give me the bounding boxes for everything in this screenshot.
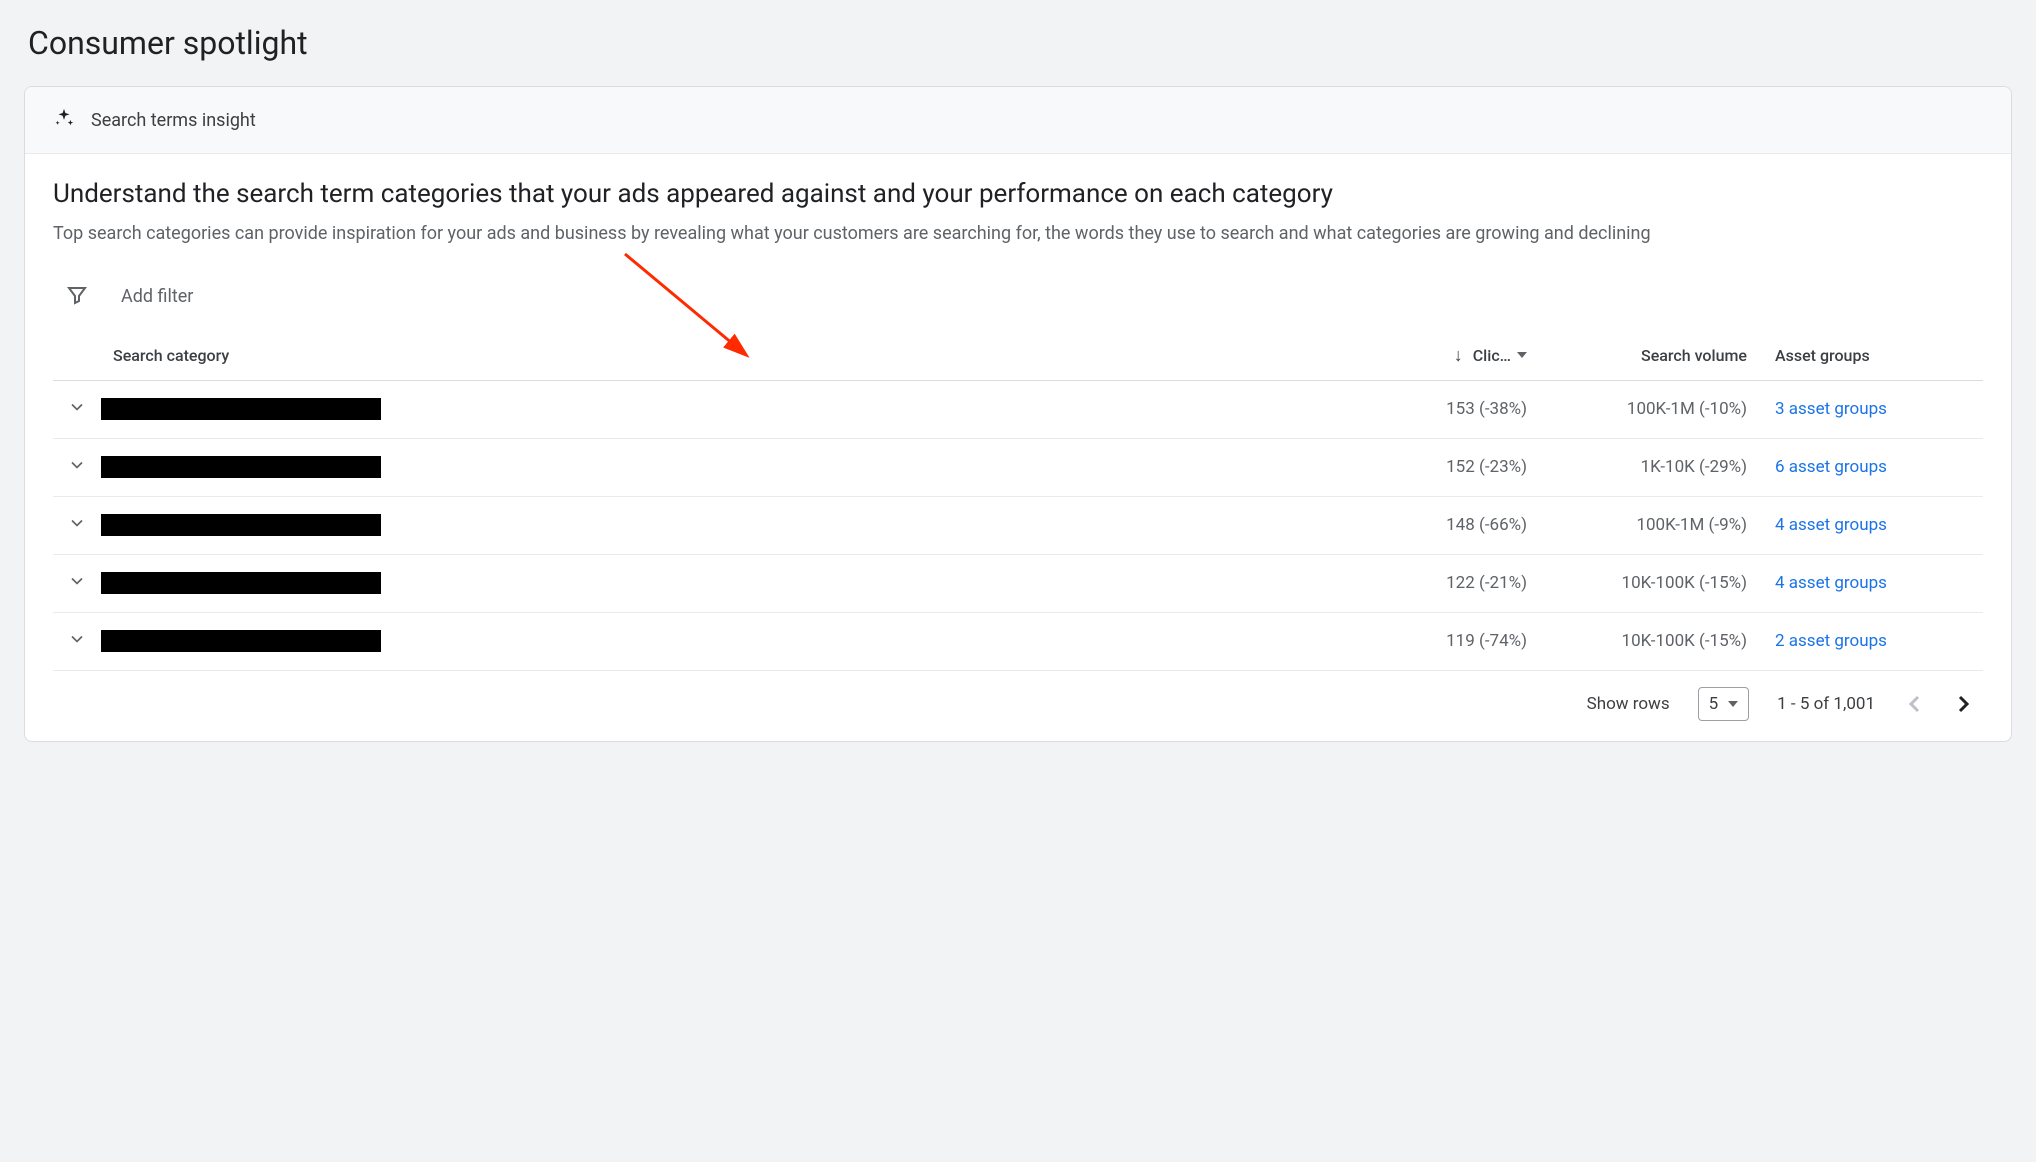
cell-clicks: 153 (-38%) [1333,399,1543,419]
table-row: 153 (-38%) 100K-1M (-10%) 3 asset groups [53,381,1983,439]
add-filter-button[interactable]: Add filter [121,286,193,307]
expand-row-icon[interactable] [67,629,87,654]
asset-groups-link[interactable]: 3 asset groups [1775,399,1887,419]
pagination: Show rows 5 1 - 5 of 1,001 [53,671,1983,725]
search-terms-table: Search category ↓ Clic… Search volume As… [53,331,1983,671]
rows-per-page-value: 5 [1709,694,1719,714]
chevron-down-icon [1728,701,1738,707]
card-header: Search terms insight [25,87,2011,154]
asset-groups-link[interactable]: 4 asset groups [1775,515,1887,535]
card-body: Understand the search term categories th… [25,154,2011,741]
cell-volume: 100K-1M (-9%) [1543,515,1763,535]
prev-page-button[interactable] [1903,692,1927,716]
redacted-category [101,514,381,536]
cell-clicks: 119 (-74%) [1333,631,1543,651]
col-header-assets[interactable]: Asset groups [1763,346,1983,365]
show-rows-label: Show rows [1587,694,1670,714]
table-header: Search category ↓ Clic… Search volume As… [53,331,1983,381]
table-row: 152 (-23%) 1K-10K (-29%) 6 asset groups [53,439,1983,497]
asset-groups-link[interactable]: 6 asset groups [1775,457,1887,477]
redacted-category [101,398,381,420]
chevron-down-icon [1517,352,1527,358]
expand-row-icon[interactable] [67,397,87,422]
expand-row-icon[interactable] [67,571,87,596]
rows-per-page-select[interactable]: 5 [1698,687,1750,721]
table-row: 122 (-21%) 10K-100K (-15%) 4 asset group… [53,555,1983,613]
table-row: 148 (-66%) 100K-1M (-9%) 4 asset groups [53,497,1983,555]
cell-volume: 1K-10K (-29%) [1543,457,1763,477]
page-title: Consumer spotlight [28,24,2012,62]
pagination-range: 1 - 5 of 1,001 [1777,694,1875,714]
expand-row-icon[interactable] [67,455,87,480]
cell-clicks: 148 (-66%) [1333,515,1543,535]
insight-subhead: Top search categories can provide inspir… [53,220,1983,247]
col-header-volume[interactable]: Search volume [1543,346,1763,365]
col-header-category[interactable]: Search category [101,346,1333,365]
insight-card: Search terms insight Understand the sear… [24,86,2012,742]
cell-volume: 10K-100K (-15%) [1543,631,1763,651]
col-header-clicks[interactable]: ↓ Clic… [1333,345,1543,366]
cell-volume: 100K-1M (-10%) [1543,399,1763,419]
redacted-category [101,456,381,478]
asset-groups-link[interactable]: 2 asset groups [1775,631,1887,651]
card-header-label: Search terms insight [91,110,256,131]
sort-descending-icon: ↓ [1454,345,1463,366]
filter-icon[interactable] [65,283,89,311]
insight-headline: Understand the search term categories th… [53,178,1983,212]
filter-row: Add filter [53,275,1983,331]
next-page-button[interactable] [1951,692,1975,716]
expand-row-icon[interactable] [67,513,87,538]
cell-volume: 10K-100K (-15%) [1543,573,1763,593]
col-header-clicks-label: Clic… [1473,346,1511,365]
redacted-category [101,572,381,594]
asset-groups-link[interactable]: 4 asset groups [1775,573,1887,593]
sparkle-icon [53,107,75,133]
table-row: 119 (-74%) 10K-100K (-15%) 2 asset group… [53,613,1983,671]
cell-clicks: 152 (-23%) [1333,457,1543,477]
cell-clicks: 122 (-21%) [1333,573,1543,593]
redacted-category [101,630,381,652]
